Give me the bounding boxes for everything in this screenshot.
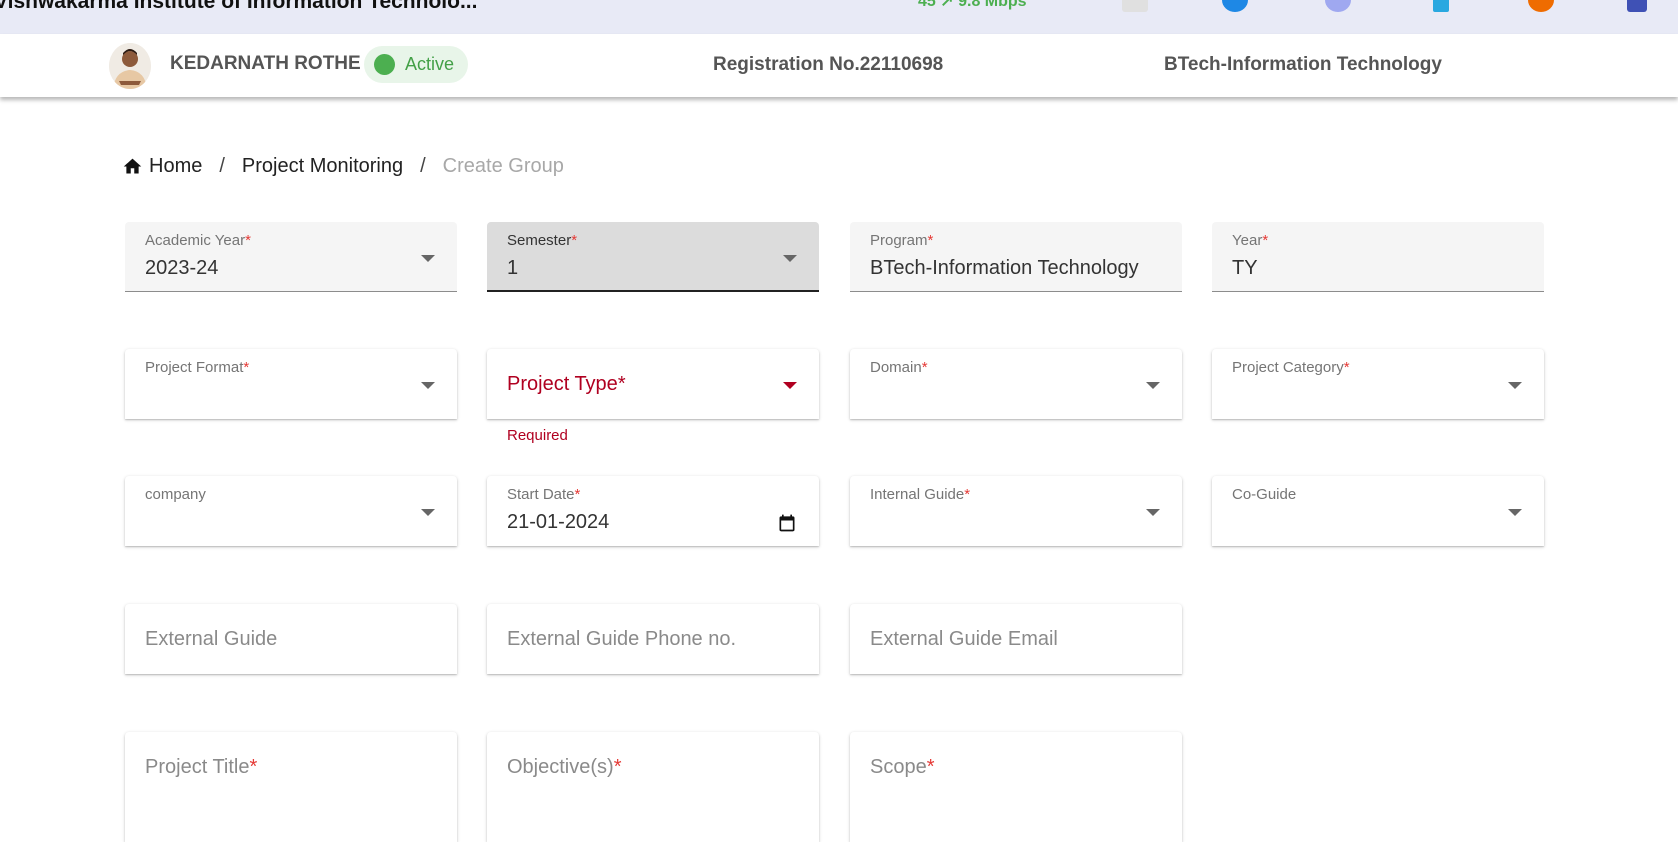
external-guide-email-placeholder: External Guide Email [870, 628, 1058, 650]
external-guide-email-input[interactable]: External Guide Email [850, 604, 1182, 674]
facebook-icon[interactable] [1627, 0, 1647, 12]
calendar-icon[interactable] [777, 513, 797, 533]
breadcrumb-project-monitoring[interactable]: Project Monitoring [242, 155, 403, 178]
start-date-label: Start Date* [507, 486, 581, 503]
project-type-error: Required [507, 427, 568, 444]
breadcrumb: Home / Project Monitoring / Create Group [122, 155, 564, 178]
start-date-value: 21-01-2024 [507, 511, 610, 533]
arrow-drop-down-icon [421, 509, 435, 516]
academic-year-value: 2023-24 [145, 257, 219, 279]
domain-select[interactable]: Domain* [850, 349, 1182, 419]
project-title-textarea[interactable]: Project Title* [125, 732, 457, 842]
internal-guide-select[interactable]: Internal Guide* [850, 476, 1182, 546]
academic-year-label: Academic Year* [145, 232, 251, 249]
project-category-select[interactable]: Project Category* [1212, 349, 1544, 419]
arrow-drop-down-icon [421, 255, 435, 262]
external-guide-input[interactable]: External Guide [125, 604, 457, 674]
top-app-bar: Vishwakarma Institute of Information Tec… [0, 0, 1678, 34]
avatar [109, 43, 151, 89]
company-label: company [145, 486, 206, 503]
student-name: KEDARNATH ROTHE [170, 53, 361, 74]
internal-guide-label: Internal Guide* [870, 486, 971, 503]
student-program: BTech-Information Technology [1164, 54, 1442, 75]
project-format-select[interactable]: Project Format* [125, 349, 457, 419]
status-dot [374, 54, 395, 75]
external-guide-phone-placeholder: External Guide Phone no. [507, 628, 737, 650]
year-label: Year* [1232, 232, 1269, 249]
arrow-drop-down-icon [421, 382, 435, 389]
arrow-drop-down-icon [783, 382, 797, 389]
arrow-drop-down-icon [783, 255, 797, 262]
account-icon[interactable] [1222, 0, 1248, 12]
network-speed: 45 ↗ 9.8 Mbps [918, 0, 1027, 10]
chrome-icon[interactable] [1528, 0, 1554, 12]
project-type-select[interactable]: Project Type* [487, 349, 819, 419]
arrow-drop-down-icon [1508, 382, 1522, 389]
domain-label: Domain* [870, 359, 928, 376]
registration-number: Registration No.22110698 [713, 54, 944, 75]
company-select[interactable]: company [125, 476, 457, 546]
document-icon[interactable] [1433, 0, 1449, 12]
breadcrumb-current: Create Group [442, 155, 564, 177]
arrow-drop-down-icon [1146, 382, 1160, 389]
semester-label: Semester* [507, 232, 578, 249]
academic-year-select[interactable]: Academic Year* 2023-24 [125, 222, 457, 292]
compass-icon[interactable] [1325, 0, 1351, 12]
program-value: BTech-Information Technology [870, 257, 1139, 279]
home-icon[interactable] [122, 156, 143, 177]
breadcrumb-separator: / [420, 155, 426, 177]
arrow-drop-down-icon [1146, 509, 1160, 516]
co-guide-select[interactable]: Co-Guide [1212, 476, 1544, 546]
program-label: Program* [870, 232, 934, 249]
status-label: Active [405, 54, 455, 74]
project-type-label: Project Type* [507, 373, 626, 395]
start-date-field[interactable]: Start Date* 21-01-2024 [487, 476, 819, 546]
project-title-label: Project Title* [145, 756, 258, 778]
arrow-drop-down-icon [1508, 509, 1522, 516]
student-info-bar: KEDARNATH ROTHE Active Registration No.2… [0, 34, 1678, 97]
building-icon[interactable] [1122, 0, 1148, 12]
external-guide-placeholder: External Guide [145, 628, 278, 650]
status-badge: Active [364, 46, 468, 83]
objectives-label: Objective(s)* [507, 756, 622, 778]
program-field[interactable]: Program* BTech-Information Technology [850, 222, 1182, 292]
semester-value: 1 [507, 257, 519, 279]
scope-textarea[interactable]: Scope* [850, 732, 1182, 842]
year-value: TY [1232, 257, 1258, 279]
scope-label: Scope* [870, 756, 935, 778]
objectives-textarea[interactable]: Objective(s)* [487, 732, 819, 842]
breadcrumb-separator: / [219, 155, 225, 177]
external-guide-phone-input[interactable]: External Guide Phone no. [487, 604, 819, 674]
co-guide-label: Co-Guide [1232, 486, 1297, 503]
breadcrumb-home[interactable]: Home [149, 155, 202, 178]
project-format-label: Project Format* [145, 359, 250, 376]
project-category-label: Project Category* [1232, 359, 1350, 376]
institute-name: Vishwakarma Institute of Information Tec… [0, 0, 478, 13]
semester-select[interactable]: Semester* 1 [487, 222, 819, 292]
year-field[interactable]: Year* TY [1212, 222, 1544, 292]
